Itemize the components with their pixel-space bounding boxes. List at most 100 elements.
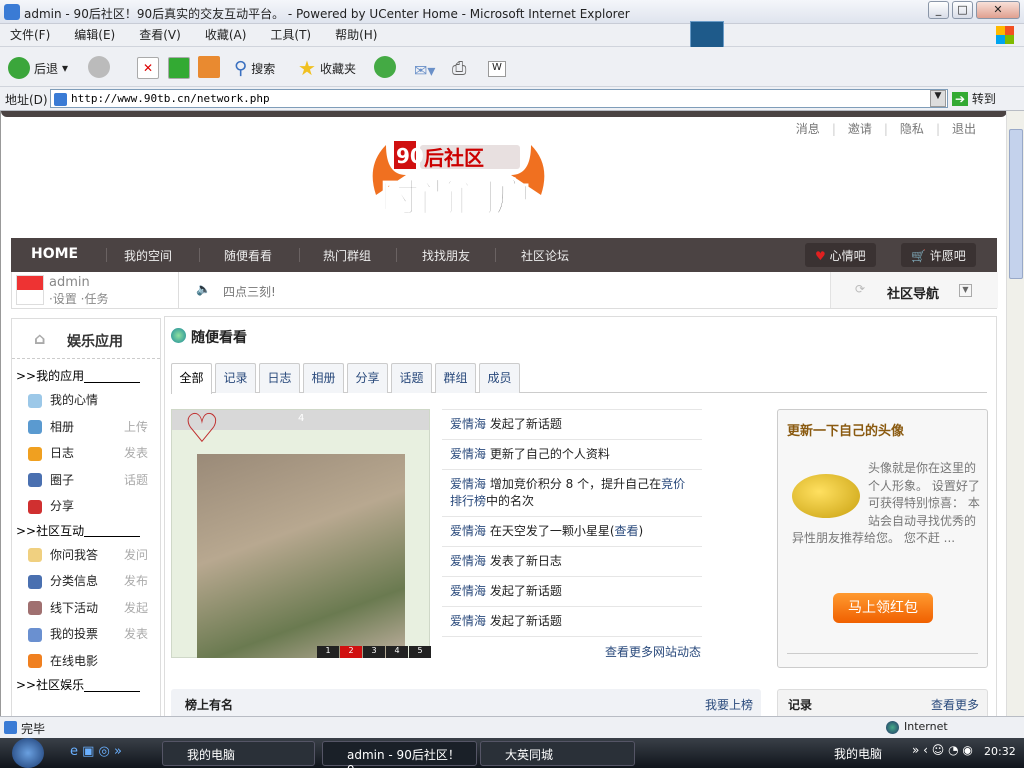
minimize-button[interactable]: _ (928, 1, 949, 19)
sidebar-item-action[interactable]: 发表 (124, 440, 148, 467)
feed-user-link[interactable]: 爱情海 (450, 584, 486, 598)
menu-view[interactable]: 查看(V) (139, 24, 181, 47)
vertical-scrollbar[interactable] (1006, 111, 1024, 716)
nav-home[interactable]: HOME (31, 246, 78, 262)
menu-file[interactable]: 文件(F) (10, 24, 50, 47)
community-nav[interactable]: ⟳ 社区导航 ▼ (830, 272, 998, 308)
sidebar-item[interactable]: 分享 (12, 493, 160, 520)
photo-page[interactable]: 5 (409, 646, 431, 658)
feed-user-link[interactable]: 爱情海 (450, 614, 486, 628)
join-rank-link[interactable]: 我要上榜 (705, 696, 753, 713)
tab-all[interactable]: 全部 (171, 363, 212, 394)
messages-link[interactable]: 消息 (796, 122, 820, 136)
photo-page[interactable]: 4 (386, 646, 408, 658)
tab-groups[interactable]: 群组 (435, 363, 476, 393)
print-button[interactable]: ⎙ (452, 58, 466, 79)
menu-favorites[interactable]: 收藏(A) (205, 24, 247, 47)
tab-albums[interactable]: 相册 (303, 363, 344, 393)
status-bar: 完毕 Internet (0, 716, 1024, 738)
taskbar-ie-window[interactable]: admin - 90后社区！9... (322, 741, 477, 777)
sidebar-item[interactable]: 圈子 话题 (12, 467, 160, 494)
menu-edit[interactable]: 编辑(E) (74, 24, 115, 47)
nav-forum[interactable]: 社区论坛 (521, 247, 569, 264)
sidebar-item[interactable]: 在线电影 (12, 648, 160, 675)
site-logo[interactable]: 后社区 90 时尚门户 (366, 135, 551, 223)
start-button[interactable] (12, 738, 44, 768)
feed-user-link[interactable]: 爱情海 (450, 447, 486, 461)
claim-red-packet-button[interactable]: 马上领红包 (833, 593, 933, 623)
sidebar-item[interactable]: 相册 上传 (12, 414, 160, 441)
logout-link[interactable]: 退出 (952, 122, 976, 136)
go-button[interactable]: ➔ 转到 (952, 90, 996, 107)
tray-icons[interactable]: » ‹ ☺ ◔ ◉ (912, 743, 973, 757)
search-label: 搜索 (251, 61, 276, 76)
history-button[interactable] (374, 56, 396, 78)
url-input[interactable] (50, 89, 948, 108)
search-button[interactable]: ⚲ 搜索 (234, 56, 275, 80)
forward-button[interactable] (88, 56, 110, 78)
user-links[interactable]: ·设置 ·任务 (49, 290, 108, 307)
privacy-link[interactable]: 隐私 (900, 122, 924, 136)
sidebar-item-action[interactable]: 发问 (124, 542, 148, 569)
more-activity-link[interactable]: 查看更多网站动态 (605, 643, 701, 660)
tray-label[interactable]: 我的电脑 (834, 745, 882, 762)
close-button[interactable]: ✕ (976, 1, 1020, 19)
scroll-thumb[interactable] (1009, 129, 1023, 279)
photo-slideshow[interactable]: 4 ♡ 1 2 3 4 5 (171, 406, 431, 658)
records-more-link[interactable]: 查看更多 (931, 696, 979, 713)
feed-user-link[interactable]: 爱情海 (450, 417, 486, 431)
back-label: 后退 (34, 61, 59, 76)
sidebar-item-action[interactable]: 话题 (124, 467, 148, 494)
tab-topics[interactable]: 话题 (391, 363, 432, 393)
taskbar-my-computer[interactable]: 我的电脑 (162, 741, 315, 766)
stop-button[interactable]: ✕ (137, 57, 159, 79)
sidebar-item[interactable]: 日志 发表 (12, 440, 160, 467)
nav-hot-groups[interactable]: 热门群组 (323, 247, 371, 264)
photo-page[interactable]: 1 (317, 646, 339, 658)
quick-launch-icons[interactable]: e ▣ ◎ » (70, 744, 122, 759)
sidebar-item[interactable]: 分类信息 发布 (12, 568, 160, 595)
feed-user-link[interactable]: 爱情海 (450, 554, 486, 568)
feed-user-link[interactable]: 爱情海 (450, 524, 486, 538)
wish-button[interactable]: 🛒 许愿吧 (901, 243, 976, 267)
menu-tools[interactable]: 工具(T) (270, 24, 311, 47)
sidebar-item-action[interactable]: 发表 (124, 621, 148, 648)
sidebar-header: ⌂ 娱乐应用 (12, 319, 160, 359)
tab-blogs[interactable]: 日志 (259, 363, 300, 393)
username[interactable]: admin (49, 275, 90, 290)
back-button[interactable]: 后退 ▾ (8, 56, 68, 80)
sidebar-item[interactable]: 我的心情 (12, 387, 160, 414)
refresh-button[interactable] (168, 57, 190, 79)
photo-page[interactable]: 3 (363, 646, 385, 658)
sidebar-item-action[interactable]: 发起 (124, 595, 148, 622)
feed-link[interactable]: 查看 (615, 524, 639, 538)
menu-bar: 文件(F) 编辑(E) 查看(V) 收藏(A) 工具(T) 帮助(H) (0, 21, 1024, 53)
sidebar-item[interactable]: 线下活动 发起 (12, 595, 160, 622)
feed-user-link[interactable]: 爱情海 (450, 477, 486, 491)
word-button[interactable]: W (488, 61, 506, 77)
nav-find-friends[interactable]: 找找朋友 (422, 247, 470, 264)
nav-my-space[interactable]: 我的空间 (124, 247, 172, 264)
sidebar-item[interactable]: 我的投票 发表 (12, 621, 160, 648)
mail-button[interactable]: ✉▾ (414, 61, 435, 80)
tab-members[interactable]: 成员 (479, 363, 520, 393)
top-strip (1, 111, 1006, 117)
favorites-button[interactable]: ★ 收藏夹 (298, 56, 356, 80)
home-button[interactable] (198, 56, 220, 78)
feed-item: 爱情海 增加竞价积分 8 个，提升自己在竞价排行榜中的名次 (442, 469, 702, 516)
sidebar-item-action[interactable]: 发布 (124, 568, 148, 595)
nav-browse[interactable]: 随便看看 (224, 247, 272, 264)
invite-link[interactable]: 邀请 (848, 122, 872, 136)
photo-page-active[interactable]: 2 (340, 646, 362, 658)
taskbar-daying[interactable]: 大英同城 (480, 741, 635, 766)
menu-help[interactable]: 帮助(H) (335, 24, 377, 47)
maximize-button[interactable]: □ (952, 1, 973, 19)
feed-item: 爱情海 发表了新日志 (442, 546, 702, 576)
avatar[interactable] (16, 275, 44, 305)
mood-button[interactable]: ♥ 心情吧 (805, 243, 876, 267)
tab-records[interactable]: 记录 (215, 363, 256, 393)
url-dropdown[interactable]: ▼ (930, 90, 946, 107)
tab-shares[interactable]: 分享 (347, 363, 388, 393)
sidebar-item[interactable]: 你问我答 发问 (12, 542, 160, 569)
sidebar-item-action[interactable]: 上传 (124, 414, 148, 441)
